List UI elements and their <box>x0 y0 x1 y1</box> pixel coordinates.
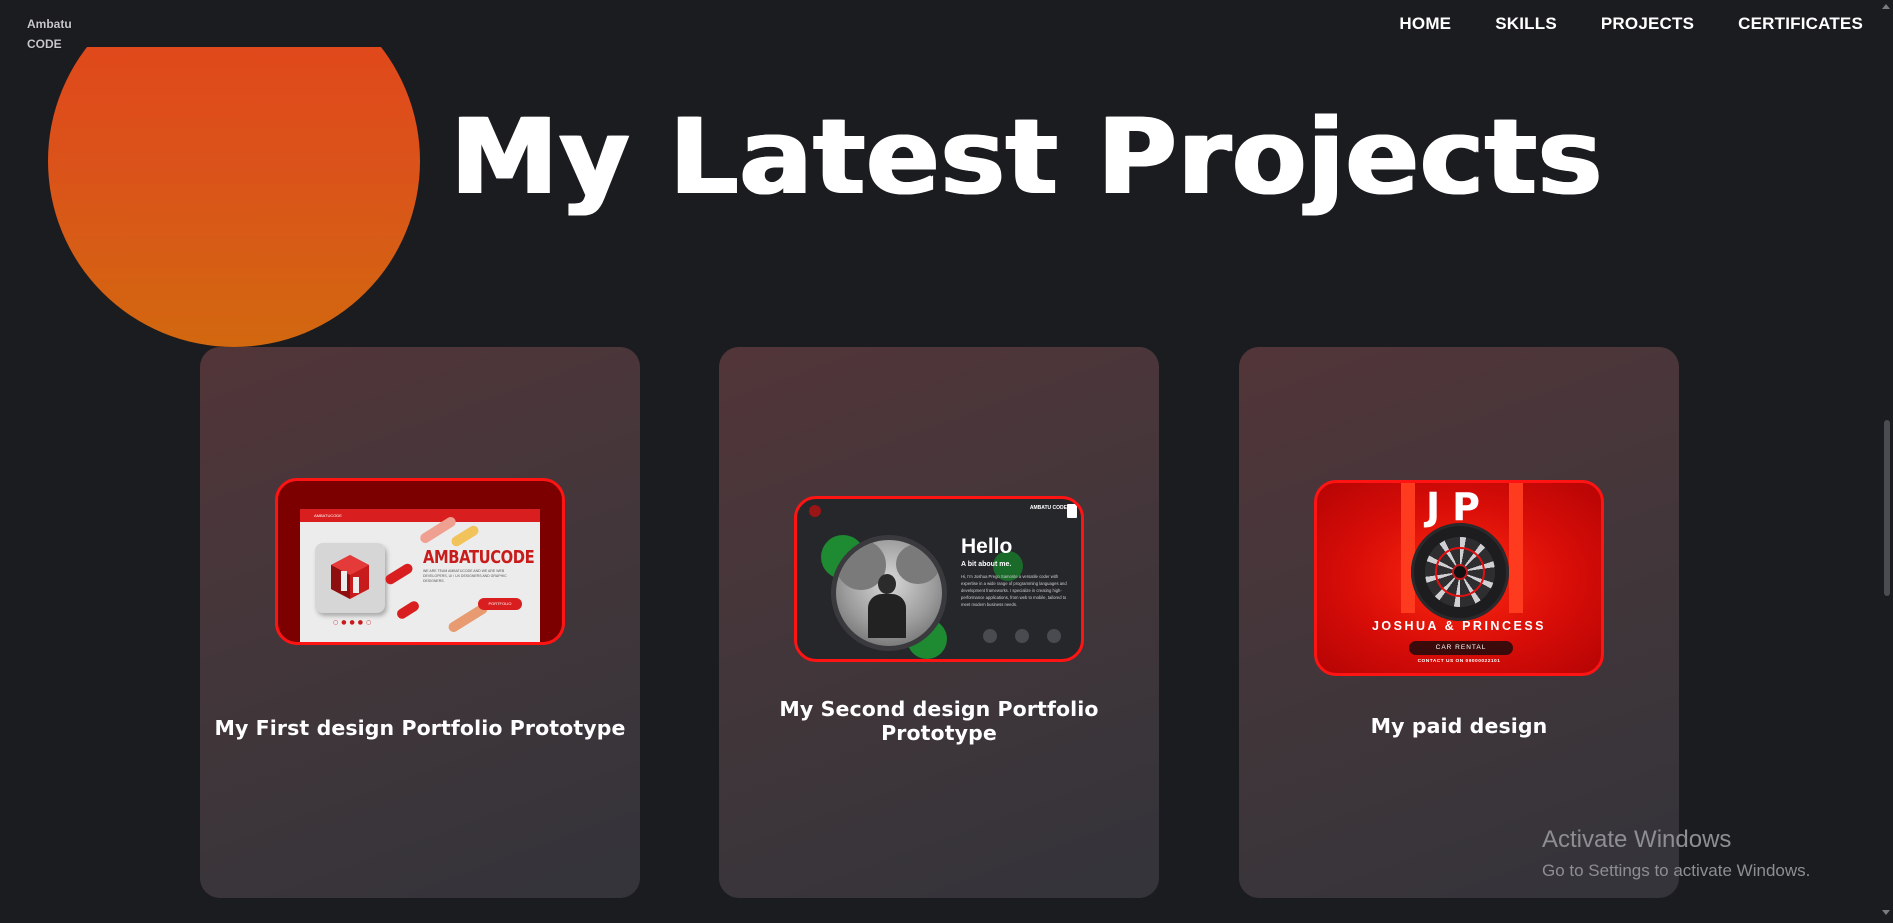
project-title-3[interactable]: My paid design <box>1239 714 1679 738</box>
profile-photo <box>831 535 947 651</box>
thumbnail-hello: Hello <box>961 535 1013 558</box>
wheel-icon <box>1411 523 1509 621</box>
page-title: My Latest Projects <box>450 96 1603 218</box>
thumbnail-paragraph: Hi, I'm Joshua Prego Samonte a versatile… <box>961 574 1067 607</box>
project-thumbnail-1[interactable]: AMBATUCODE AMBATUCODE WE ARE TEAM AMBATU… <box>275 478 565 645</box>
scroll-up-icon[interactable] <box>1882 4 1890 9</box>
thumbnail-navbar: AMBATUCODE <box>300 509 540 522</box>
deco-streak <box>383 561 415 587</box>
thumbnail-brand: AMBATUCODE <box>314 513 342 518</box>
carousel-dots-icon: ○●●●○ <box>333 619 375 626</box>
thumbnail-screen: AMBATUCODE AMBATUCODE WE ARE TEAM AMBATU… <box>300 509 540 642</box>
activate-windows-watermark: Activate Windows Go to Settings to activ… <box>1542 825 1810 883</box>
thumbnail-social-icons <box>983 629 1061 643</box>
nav-home[interactable]: HOME <box>1399 14 1451 34</box>
photo-tree <box>896 544 940 584</box>
user-icon <box>983 629 997 643</box>
nav-projects[interactable]: PROJECTS <box>1601 14 1694 34</box>
project-thumbnail-3[interactable]: JP JOSHUA & PRINCESS CAR RENTAL CONTACT … <box>1314 480 1604 676</box>
logo-line-2: CODE <box>27 37 62 51</box>
deco-streak <box>395 599 421 621</box>
watermark-subtitle: Go to Settings to activate Windows. <box>1542 861 1811 880</box>
thumbnail-name: JOSHUA & PRINCESS <box>1371 619 1546 633</box>
thumbnail-contact: CONTACT US ON 09000022101 <box>1417 659 1501 664</box>
logo-line-1: Ambatu <box>27 17 72 31</box>
cube-logo-icon <box>331 555 369 599</box>
thumbnail-headline: AMBATUCODE <box>423 547 535 568</box>
nav-certificates[interactable]: CERTIFICATES <box>1738 14 1863 34</box>
project-card-2[interactable]: AMBATU CODE Hello A bit about me. Hi, I'… <box>719 347 1159 898</box>
mini-logo-icon <box>809 505 821 517</box>
project-thumbnail-2[interactable]: AMBATU CODE Hello A bit about me. Hi, I'… <box>794 496 1084 662</box>
github-icon <box>1015 629 1029 643</box>
wheel-hub <box>1452 564 1468 580</box>
project-title-2[interactable]: My Second design Portfolio Prototype <box>719 697 1159 745</box>
scroll-down-icon[interactable] <box>1882 910 1890 915</box>
person-head <box>878 574 896 594</box>
corner-badge-icon <box>1067 504 1077 518</box>
thumbnail-tag: CAR RENTAL <box>1409 641 1513 655</box>
thumbnail-subtitle: A bit about me. <box>961 561 1012 568</box>
cube-logo-box <box>315 543 385 613</box>
scrollbar-thumb[interactable] <box>1884 420 1890 596</box>
thumbnail-body: WE ARE TEAM AMBATUCODE AND WE ARE WEB DE… <box>423 569 507 583</box>
corner-brand: AMBATU CODE <box>1029 505 1067 511</box>
person-body <box>868 594 906 638</box>
thumbnail-button: PORTFOLIO <box>478 598 522 610</box>
folder-icon <box>1047 629 1061 643</box>
watermark-title: Activate Windows <box>1542 826 1732 853</box>
main-nav: HOME SKILLS PROJECTS CERTIFICATES <box>1399 14 1863 34</box>
deco-streak <box>449 523 481 549</box>
site-logo[interactable]: Ambatu CODE <box>27 14 72 54</box>
project-title-1[interactable]: My First design Portfolio Prototype <box>200 716 640 740</box>
decorative-orange-circle <box>48 0 420 347</box>
page: Ambatu CODE HOME SKILLS PROJECTS CERTIFI… <box>0 0 1893 923</box>
project-card-3[interactable]: JP JOSHUA & PRINCESS CAR RENTAL CONTACT … <box>1239 347 1679 898</box>
nav-skills[interactable]: SKILLS <box>1495 14 1557 34</box>
project-card-1[interactable]: AMBATUCODE AMBATUCODE WE ARE TEAM AMBATU… <box>200 347 640 898</box>
